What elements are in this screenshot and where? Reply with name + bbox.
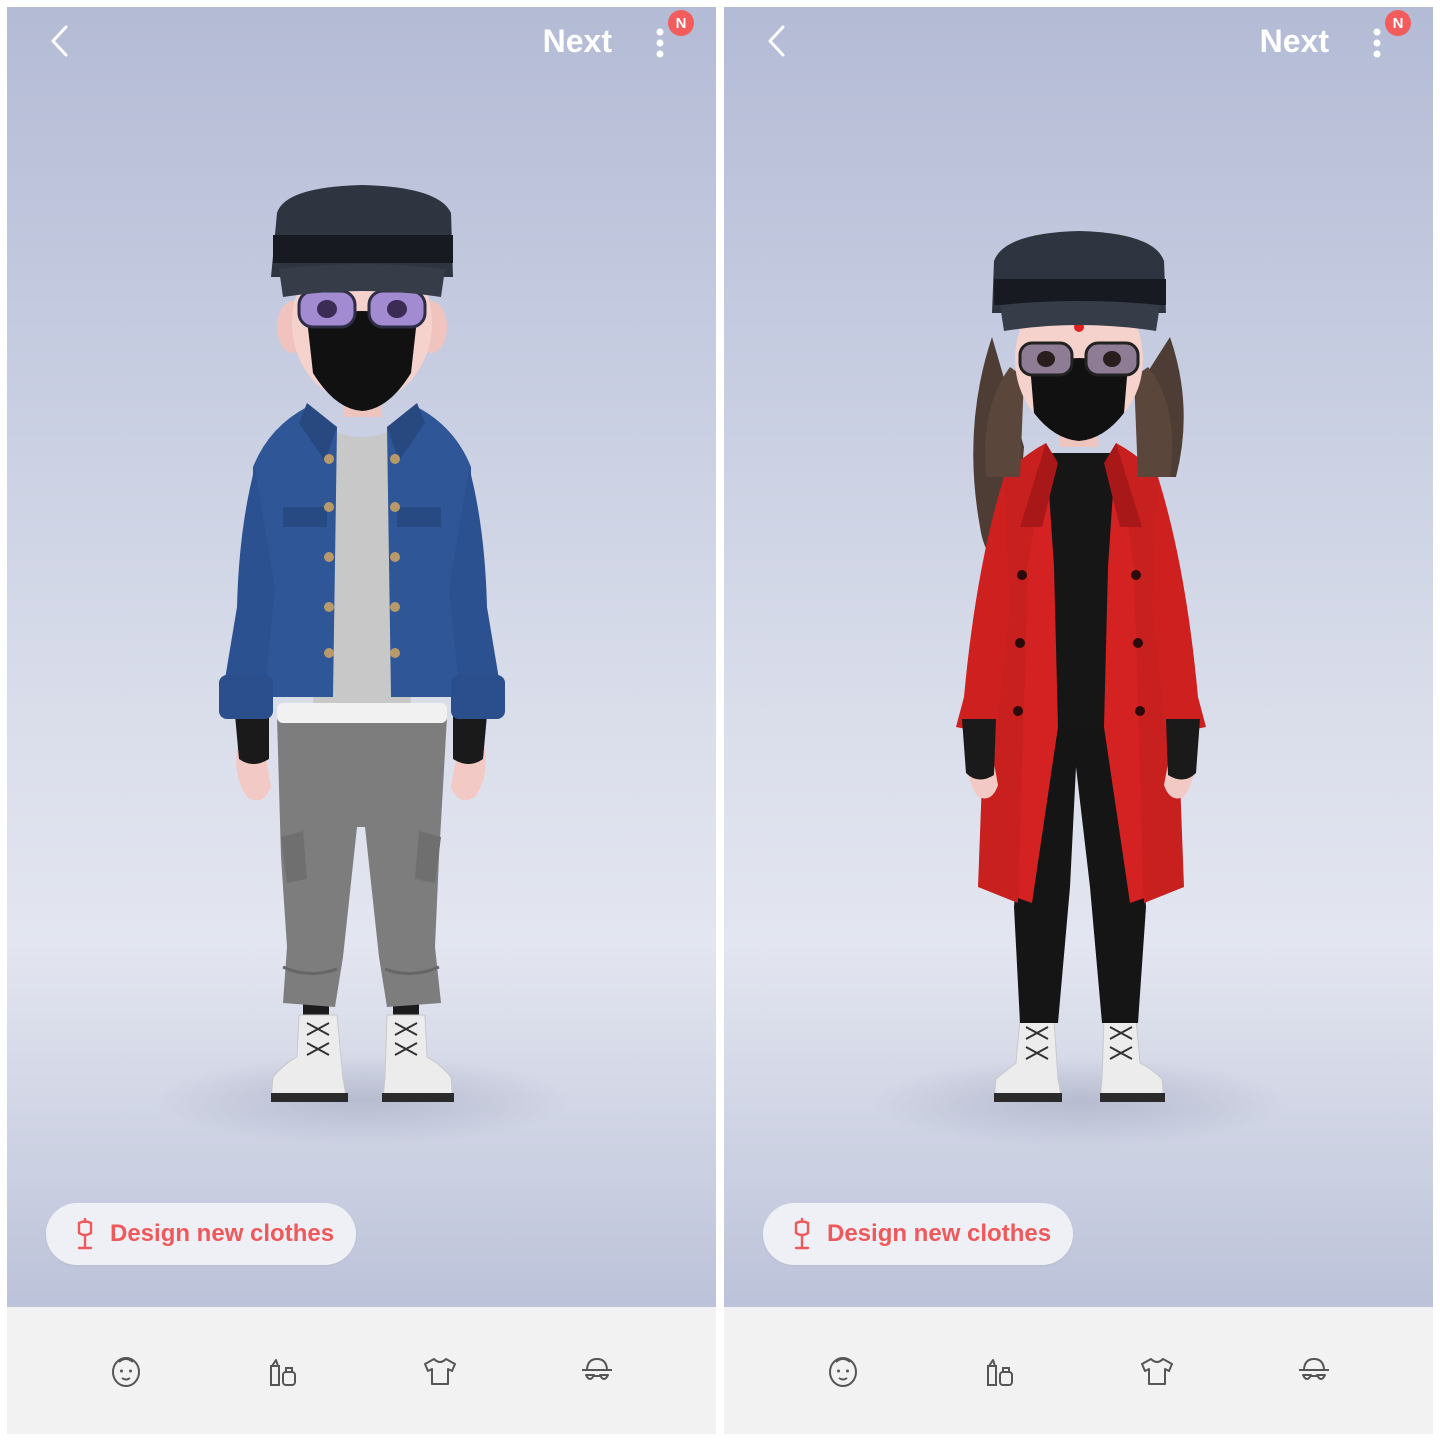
nav-clothes[interactable] — [410, 1341, 470, 1401]
chevron-left-icon — [768, 25, 785, 57]
bottom-nav — [724, 1307, 1433, 1434]
avatar-viewport — [7, 7, 716, 1307]
avatar-viewport — [724, 7, 1433, 1307]
design-new-clothes-label: Design new clothes — [110, 1220, 335, 1247]
left-boot — [993, 1018, 1063, 1102]
nav-makeup[interactable] — [253, 1341, 313, 1401]
nav-face[interactable] — [96, 1341, 156, 1401]
next-button[interactable]: Next — [543, 21, 612, 61]
nav-makeup[interactable] — [970, 1341, 1030, 1401]
cap — [271, 185, 453, 297]
chevron-left-icon — [51, 25, 68, 57]
cap — [992, 231, 1166, 331]
more-vert-icon — [656, 28, 664, 58]
avatar-female[interactable] — [724, 7, 1433, 1307]
nav-accessories[interactable] — [567, 1341, 627, 1401]
avatar-male[interactable] — [7, 7, 716, 1307]
bottom-nav — [7, 1307, 716, 1434]
mannequin-icon — [77, 1217, 93, 1250]
screen-right: Next N Design new clothes — [724, 7, 1433, 1434]
face-icon — [111, 1356, 140, 1387]
back-button[interactable] — [756, 21, 796, 61]
more-options-button[interactable] — [648, 23, 672, 63]
right-boot — [382, 999, 454, 1102]
nav-clothes[interactable] — [1127, 1341, 1187, 1401]
back-button[interactable] — [39, 21, 79, 61]
face-icon — [828, 1356, 857, 1387]
top-bar: Next N — [724, 7, 1433, 77]
more-vert-icon — [1373, 28, 1381, 58]
cargo-pants — [277, 717, 447, 1007]
notification-badge: N — [668, 10, 694, 36]
nav-face[interactable] — [813, 1341, 873, 1401]
screen-left: Next N Design new clothes — [7, 7, 716, 1434]
shirt-icon — [1141, 1357, 1174, 1385]
mannequin-icon — [794, 1217, 810, 1250]
shirt-icon — [424, 1357, 457, 1385]
nav-accessories[interactable] — [1284, 1341, 1344, 1401]
notification-badge: N — [1385, 10, 1411, 36]
design-new-clothes-button[interactable]: Design new clothes — [763, 1203, 1074, 1265]
right-boot — [1099, 1018, 1165, 1102]
design-new-clothes-label: Design new clothes — [827, 1220, 1052, 1247]
next-button[interactable]: Next — [1260, 21, 1329, 61]
accessory-icon — [1299, 1357, 1330, 1380]
design-new-clothes-button[interactable]: Design new clothes — [46, 1203, 357, 1265]
more-options-button[interactable] — [1365, 23, 1389, 63]
left-boot — [270, 999, 348, 1102]
makeup-icon — [269, 1358, 296, 1386]
top-bar: Next N — [7, 7, 716, 77]
makeup-icon — [986, 1358, 1013, 1386]
accessory-icon — [582, 1357, 613, 1380]
